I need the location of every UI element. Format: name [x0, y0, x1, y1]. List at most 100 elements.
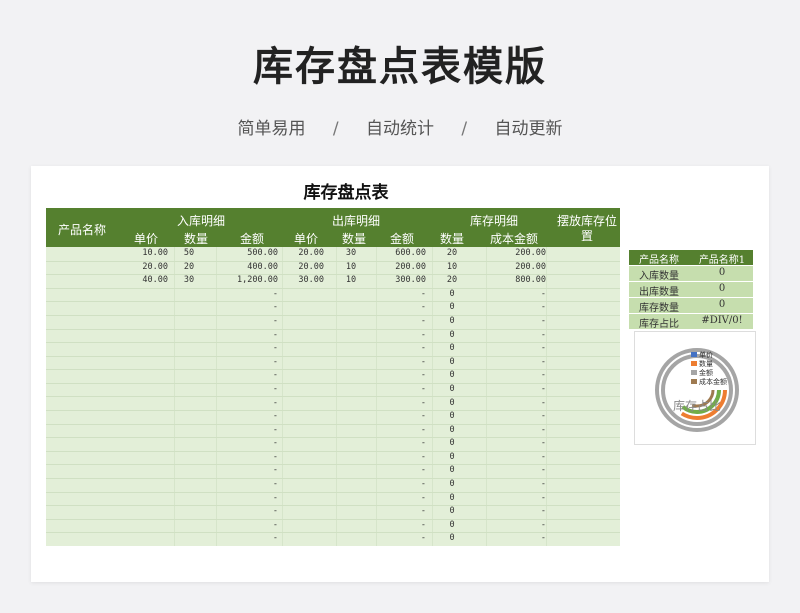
cell-stock-quantity[interactable]: 0	[432, 437, 472, 451]
cell-stock-quantity[interactable]: 0	[432, 532, 472, 546]
cell-cost-amount[interactable]: -	[486, 478, 546, 492]
cell-stock-quantity[interactable]: 0	[432, 478, 472, 492]
cell-stock-quantity[interactable]: 20	[432, 247, 472, 261]
table-row[interactable]: --0-	[46, 342, 620, 357]
table-row[interactable]: --0-	[46, 329, 620, 344]
header-cost-amount[interactable]: 成本金额	[482, 230, 546, 247]
cell-in-amount[interactable]: -	[216, 451, 278, 465]
cell-out-amount[interactable]: -	[376, 492, 426, 506]
cell-in-quantity[interactable]: 50	[174, 247, 204, 261]
cell-out-amount[interactable]: -	[376, 464, 426, 478]
table-row[interactable]: --0-	[46, 356, 620, 371]
table-row[interactable]: --0-	[46, 315, 620, 330]
cell-out-unit-price[interactable]: 20.00	[282, 261, 324, 275]
header-in-amount[interactable]: 金额	[232, 230, 272, 247]
cell-cost-amount[interactable]: -	[486, 492, 546, 506]
cell-out-amount[interactable]: -	[376, 437, 426, 451]
cell-out-amount[interactable]: -	[376, 519, 426, 533]
cell-out-amount[interactable]: -	[376, 369, 426, 383]
cell-cost-amount[interactable]: -	[486, 315, 546, 329]
table-row[interactable]: --0-	[46, 437, 620, 452]
cell-cost-amount[interactable]: -	[486, 464, 546, 478]
cell-in-amount[interactable]: -	[216, 424, 278, 438]
header-out-group[interactable]: 出库明细	[286, 212, 426, 229]
cell-cost-amount[interactable]: -	[486, 519, 546, 533]
cell-stock-quantity[interactable]: 10	[432, 261, 472, 275]
cell-out-amount[interactable]: 300.00	[376, 274, 426, 288]
cell-stock-quantity[interactable]: 0	[432, 383, 472, 397]
cell-stock-quantity[interactable]: 0	[432, 342, 472, 356]
cell-out-amount[interactable]: -	[376, 329, 426, 343]
cell-cost-amount[interactable]: -	[486, 288, 546, 302]
cell-out-amount[interactable]: -	[376, 478, 426, 492]
table-row[interactable]: --0-	[46, 464, 620, 480]
cell-in-amount[interactable]: -	[216, 315, 278, 329]
cell-in-unit-price[interactable]: 40.00	[116, 274, 168, 288]
cell-out-amount[interactable]: -	[376, 383, 426, 397]
cell-stock-quantity[interactable]: 0	[432, 451, 472, 465]
header-location[interactable]: 摆放库存位置	[556, 214, 618, 244]
header-in-group[interactable]: 入库明细	[136, 212, 266, 229]
header-in-quantity[interactable]: 数量	[176, 230, 216, 247]
cell-out-amount[interactable]: -	[376, 288, 426, 302]
cell-in-amount[interactable]: -	[216, 505, 278, 519]
cell-stock-quantity[interactable]: 0	[432, 410, 472, 424]
table-row[interactable]: --0-	[46, 397, 620, 412]
cell-cost-amount[interactable]: 800.00	[486, 274, 546, 288]
table-row[interactable]: --0-	[46, 478, 620, 493]
cell-in-amount[interactable]: -	[216, 301, 278, 315]
cell-out-amount[interactable]: 600.00	[376, 247, 426, 261]
cell-in-unit-price[interactable]: 10.00	[116, 247, 168, 261]
cell-stock-quantity[interactable]: 0	[432, 329, 472, 343]
cell-cost-amount[interactable]: -	[486, 342, 546, 356]
cell-cost-amount[interactable]: -	[486, 369, 546, 383]
cell-in-quantity[interactable]: 20	[174, 261, 204, 275]
table-row[interactable]: --0-	[46, 424, 620, 439]
cell-cost-amount[interactable]: 200.00	[486, 261, 546, 275]
cell-out-amount[interactable]: -	[376, 301, 426, 315]
cell-stock-quantity[interactable]: 0	[432, 301, 472, 315]
cell-in-amount[interactable]: -	[216, 356, 278, 370]
header-out-quantity[interactable]: 数量	[334, 230, 374, 247]
cell-in-amount[interactable]: -	[216, 397, 278, 411]
table-row[interactable]: --0-	[46, 505, 620, 520]
cell-out-amount[interactable]: -	[376, 424, 426, 438]
cell-out-unit-price[interactable]: 20.00	[282, 247, 324, 261]
cell-in-quantity[interactable]: 30	[174, 274, 204, 288]
cell-out-amount[interactable]: -	[376, 451, 426, 465]
cell-out-unit-price[interactable]: 30.00	[282, 274, 324, 288]
cell-stock-quantity[interactable]: 20	[432, 274, 472, 288]
cell-out-quantity[interactable]: 10	[336, 274, 366, 288]
cell-cost-amount[interactable]: -	[486, 437, 546, 451]
cell-cost-amount[interactable]: -	[486, 424, 546, 438]
cell-cost-amount[interactable]: -	[486, 410, 546, 424]
header-out-amount[interactable]: 金额	[382, 230, 422, 247]
cell-cost-amount[interactable]: -	[486, 383, 546, 397]
cell-out-amount[interactable]: -	[376, 342, 426, 356]
cell-stock-quantity[interactable]: 0	[432, 315, 472, 329]
cell-in-amount[interactable]: -	[216, 492, 278, 506]
cell-in-unit-price[interactable]: 20.00	[116, 261, 168, 275]
cell-out-amount[interactable]: -	[376, 356, 426, 370]
header-product-name[interactable]: 产品名称	[52, 221, 112, 238]
cell-out-quantity[interactable]: 10	[336, 261, 366, 275]
cell-stock-quantity[interactable]: 0	[432, 288, 472, 302]
cell-in-amount[interactable]: -	[216, 478, 278, 492]
cell-in-amount[interactable]: 500.00	[216, 247, 278, 261]
cell-out-amount[interactable]: 200.00	[376, 261, 426, 275]
cell-cost-amount[interactable]: -	[486, 532, 546, 546]
summary-header-value[interactable]: 产品名称1	[691, 251, 753, 266]
table-row[interactable]: --0-	[46, 288, 620, 303]
table-row[interactable]: --0-	[46, 451, 620, 466]
cell-in-amount[interactable]: -	[216, 383, 278, 397]
header-stock-group[interactable]: 库存明细	[444, 212, 544, 229]
table-row[interactable]: --0-	[46, 383, 620, 398]
table-row[interactable]: --0-	[46, 410, 620, 425]
cell-in-amount[interactable]: -	[216, 464, 278, 478]
cell-out-quantity[interactable]: 30	[336, 247, 366, 261]
cell-in-amount[interactable]: 1,200.00	[216, 274, 278, 288]
cell-cost-amount[interactable]: -	[486, 505, 546, 519]
cell-cost-amount[interactable]: -	[486, 397, 546, 411]
cell-in-amount[interactable]: -	[216, 410, 278, 424]
cell-out-amount[interactable]: -	[376, 315, 426, 329]
